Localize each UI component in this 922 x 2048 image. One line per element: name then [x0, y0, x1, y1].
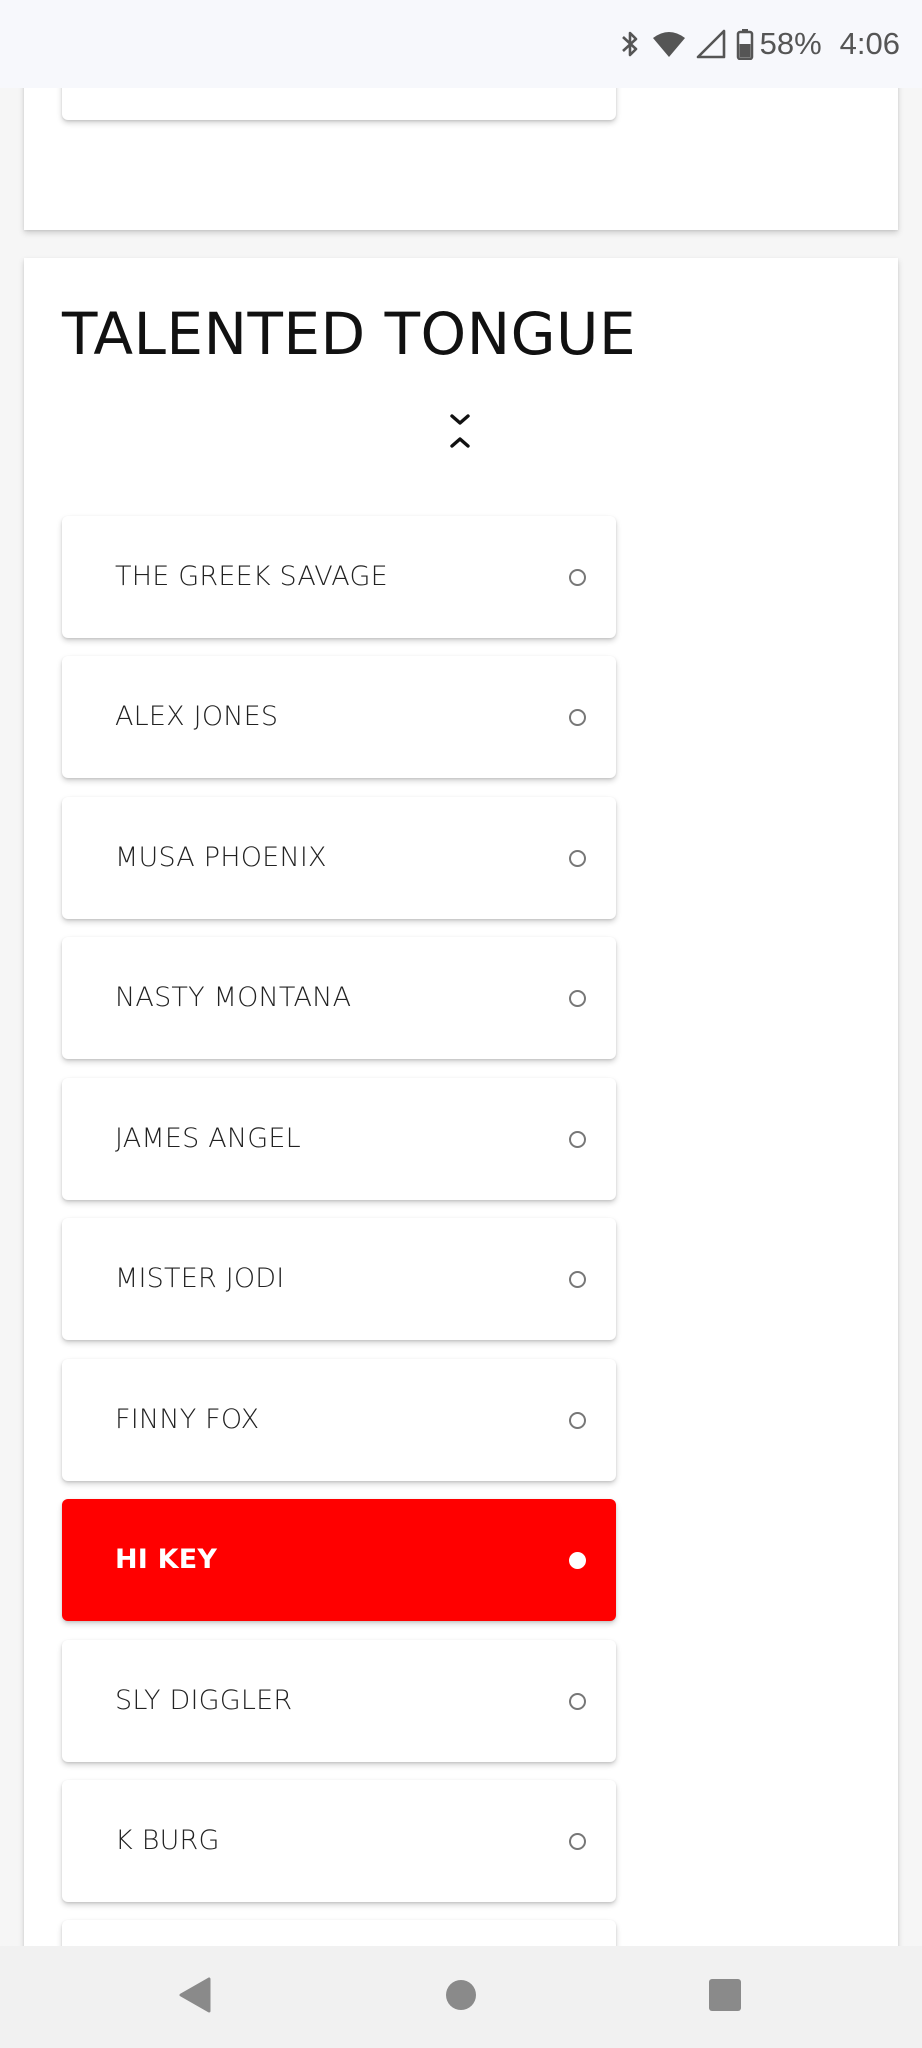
radio-unselected-icon [569, 1412, 586, 1429]
option-label: MUSA PHOENIX [115, 842, 327, 873]
option-item[interactable]: K BURG [62, 1780, 616, 1902]
radio-unselected-icon [569, 1131, 586, 1148]
wifi-icon [652, 29, 686, 59]
system-nav-bar [0, 1946, 922, 2048]
radio-unselected-icon [569, 990, 586, 1007]
option-item[interactable]: JAMES ANGEL [62, 1078, 616, 1200]
status-icons: 58% 4:06 [618, 0, 900, 88]
radio-unselected-icon [569, 709, 586, 726]
option-item[interactable]: FINNY FOX [62, 1359, 616, 1481]
collapse-chevrons-icon[interactable] [447, 412, 473, 452]
option-label: HI KEY [115, 1544, 218, 1575]
battery-percent: 58% [759, 26, 822, 61]
back-button[interactable] [135, 1946, 255, 2048]
radio-unselected-icon [569, 1693, 586, 1710]
recents-icon [708, 1978, 742, 2017]
radio-unselected-icon [569, 1271, 586, 1288]
clock: 4:06 [839, 26, 900, 61]
app-screen: 58% 4:06 TALENTED TONGUE THE GREEK SAVAG… [0, 0, 922, 2048]
option-label: FINNY FOX [115, 1404, 260, 1435]
battery-icon [736, 28, 754, 60]
bluetooth-icon [618, 28, 642, 60]
status-bar: 58% 4:06 [0, 0, 922, 88]
option-label: K BURG [115, 1825, 220, 1856]
home-button[interactable] [401, 1946, 521, 2048]
option-item[interactable]: SLY DIGGLER [62, 1640, 616, 1762]
option-label: MISTER JODI [115, 1263, 285, 1294]
radio-unselected-icon [569, 1833, 586, 1850]
option-label: SLY DIGGLER [115, 1685, 293, 1716]
back-icon [178, 1976, 212, 2019]
option-label: ALEX JONES [115, 701, 279, 732]
option-item[interactable]: MISTER JODI [62, 1218, 616, 1340]
radio-unselected-icon [569, 850, 586, 867]
radio-selected-icon [569, 1552, 586, 1569]
option-label: THE GREEK SAVAGE [115, 561, 388, 592]
option-item[interactable]: THE GREEK SAVAGE [62, 516, 616, 638]
recents-button[interactable] [665, 1946, 785, 2048]
option-item[interactable]: MUSA PHOENIX [62, 797, 616, 919]
section-title: TALENTED TONGUE [62, 300, 637, 368]
home-icon [444, 1978, 478, 2017]
radio-unselected-icon [569, 569, 586, 586]
option-item-selected[interactable]: HI KEY [62, 1499, 616, 1621]
option-item[interactable]: NASTY MONTANA [62, 937, 616, 1059]
signal-icon [696, 29, 726, 59]
option-label: NASTY MONTANA [115, 982, 352, 1013]
option-label: JAMES ANGEL [115, 1123, 301, 1154]
option-item[interactable]: ALEX JONES [62, 656, 616, 778]
